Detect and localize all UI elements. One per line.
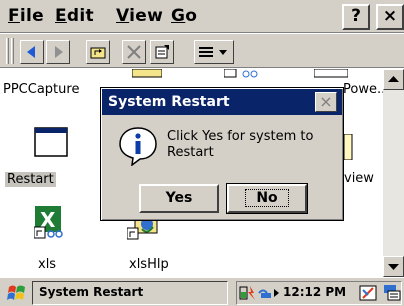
file-label[interactable]: xls [38, 257, 56, 272]
scroll-up-button[interactable] [383, 69, 404, 90]
menu-edit[interactable]: Edit [55, 6, 94, 26]
clock[interactable]: 12:12 PM [283, 285, 346, 299]
delete-icon [127, 45, 141, 59]
up-arrow-icon [388, 76, 399, 82]
taskbar: System Restart 12:12 PM [0, 277, 404, 306]
toolbar [0, 34, 404, 68]
no-button[interactable]: No [226, 183, 308, 214]
scroll-down-button[interactable] [383, 256, 404, 277]
back-button[interactable] [20, 40, 44, 64]
properties-button[interactable] [150, 40, 174, 64]
excel-shortcut-icon[interactable]: X [34, 205, 64, 239]
menu-bar: File Edit View Go ? × [0, 0, 404, 33]
file-label[interactable]: view [344, 171, 374, 186]
forward-icon [55, 46, 63, 58]
shortcut-icon[interactable] [314, 69, 348, 79]
program-icon[interactable] [132, 69, 162, 79]
start-flag-icon[interactable] [6, 282, 28, 304]
close-button[interactable]: × [376, 4, 404, 30]
pen-icon[interactable] [359, 284, 379, 302]
view-menu-button[interactable] [194, 40, 234, 64]
shortcut-icon[interactable] [224, 69, 262, 79]
dialog-message: Click Yes for system to Restart [167, 129, 314, 160]
active-task-button[interactable]: System Restart [32, 281, 228, 305]
menu-view[interactable]: View [116, 6, 163, 26]
system-tray: 12:12 PM [236, 281, 402, 305]
file-label[interactable]: xlsHlp [129, 257, 169, 272]
up-folder-icon [90, 47, 106, 59]
no-label: No [245, 189, 289, 207]
forward-button[interactable] [46, 40, 70, 64]
window-app-icon[interactable] [34, 127, 68, 157]
menu-file[interactable]: File [8, 6, 44, 26]
back-icon [27, 46, 35, 58]
input-panel-icon[interactable] [383, 284, 401, 302]
system-restart-dialog: System Restart × Click Yes for system to… [100, 87, 344, 221]
file-label[interactable]: Powe... [343, 82, 383, 97]
view-menu-icon [199, 47, 227, 57]
document-icon[interactable] [344, 134, 354, 160]
down-arrow-icon [388, 264, 399, 270]
info-icon [119, 127, 157, 166]
tray-status-icons[interactable] [239, 284, 281, 302]
up-folder-button[interactable] [86, 40, 110, 64]
menu-go[interactable]: Go [171, 6, 197, 26]
toolbar-grip[interactable] [11, 38, 14, 64]
yes-button[interactable]: Yes [139, 184, 219, 213]
dialog-title: System Restart [102, 89, 342, 115]
toolbar-grip[interactable] [6, 38, 9, 64]
vertical-scrollbar[interactable] [383, 69, 404, 277]
properties-icon [155, 45, 169, 59]
dialog-close-button[interactable]: × [315, 92, 337, 112]
file-label-selected[interactable]: Restart [5, 172, 56, 187]
delete-button[interactable] [122, 40, 146, 64]
help-button[interactable]: ? [342, 4, 370, 30]
yes-label: Yes [165, 190, 193, 206]
file-label[interactable]: PPCCapture [3, 82, 79, 97]
